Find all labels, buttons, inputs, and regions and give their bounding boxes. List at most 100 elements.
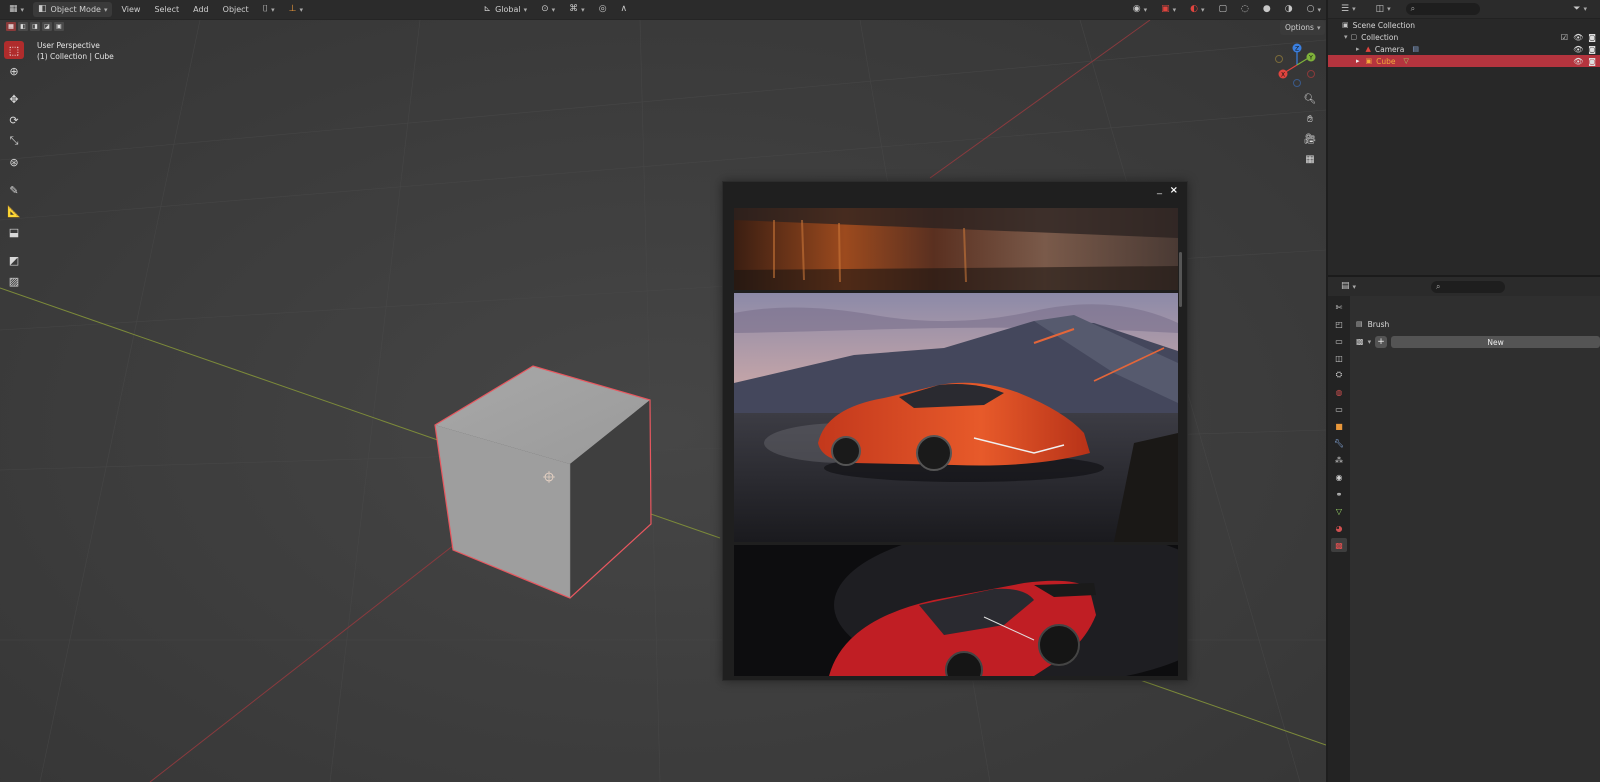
tab-modifiers[interactable]: 🔧︎ [1331, 436, 1347, 450]
properties-icon: ▤ [1341, 281, 1350, 291]
properties-search[interactable]: ⌕ [1431, 280, 1506, 293]
overlays-toggle[interactable]: ◐ ▾ [1185, 2, 1209, 17]
select-mode-intersect[interactable]: ▣ [54, 22, 64, 31]
tab-physics[interactable]: ◉ [1331, 470, 1347, 484]
pivot-dropdown[interactable]: ⌷ ▾ [258, 2, 280, 17]
collapse-icon[interactable]: ▸ [1356, 45, 1360, 53]
tab-scene[interactable]: ⛭ [1331, 368, 1347, 382]
minimize-button[interactable]: _ [1157, 184, 1162, 195]
display-mode-dropdown[interactable]: ◫ ▾ [1371, 2, 1396, 17]
proportional-edit-button[interactable]: ◎ [594, 2, 612, 17]
cursor-tool[interactable]: ⊕ [4, 62, 24, 80]
tree-camera[interactable]: ▸ ▲ Camera ▤ 👁︎ ◙ [1328, 43, 1600, 55]
camera-render-icon[interactable]: ◙ [1588, 45, 1596, 54]
render-icon: ◰ [1335, 319, 1343, 329]
tab-object[interactable]: ■ [1331, 419, 1347, 433]
extra-tool-2[interactable]: ▨ [4, 272, 24, 290]
eye-icon[interactable]: 👁︎ [1573, 33, 1583, 42]
checkbox-icon[interactable]: ☑ [1561, 33, 1568, 42]
tree-cube[interactable]: ▸ ▣ Cube ▽ 👁︎ ◙ [1328, 55, 1600, 67]
tab-texture[interactable]: ▩ [1331, 538, 1347, 552]
gizmo-dropdown[interactable]: ⊥ ▾ [284, 2, 308, 17]
zoom-icon[interactable]: 🔍︎ [1303, 92, 1317, 106]
select-mode-subtract[interactable]: ◨ [30, 22, 40, 31]
tab-collection[interactable]: ▭ [1331, 402, 1347, 416]
select-mode-extend[interactable]: ◧ [18, 22, 28, 31]
scene-collection-icon: ▣ [1342, 20, 1349, 29]
tab-tool[interactable]: ✄ [1331, 300, 1347, 314]
options-dropdown[interactable]: Options ▾ [1280, 20, 1326, 35]
image-window-titlebar[interactable]: _ × [723, 182, 1187, 204]
physics-icon: ◉ [1335, 472, 1343, 482]
orientation-dropdown[interactable]: ⊾ Global ▾ [479, 2, 533, 17]
shading-material[interactable]: ◑ [1280, 2, 1298, 17]
falloff-button[interactable]: ∧ [616, 2, 633, 17]
tree-scene-collection[interactable]: ▣ Scene Collection [1328, 19, 1600, 31]
outliner-icon: ☰ [1341, 3, 1350, 14]
camera-render-icon[interactable]: ◙ [1588, 57, 1596, 66]
select-mode-set[interactable]: ▦ [6, 22, 16, 31]
add-cube-tool[interactable]: ⬓ [4, 223, 24, 241]
add-texture-button[interactable]: + [1375, 336, 1388, 348]
navigation-gizmo[interactable]: Z X Y [1272, 43, 1322, 93]
gizmos-toggle[interactable]: ▣ ▾ [1156, 2, 1181, 17]
move-icon: ✥ [9, 92, 19, 106]
camera-view-icon[interactable]: 🎥︎ [1303, 132, 1317, 146]
shading-solid[interactable]: ● [1258, 2, 1276, 17]
xray-toggle[interactable]: ▢ [1214, 2, 1233, 17]
world-icon: ◍ [1335, 387, 1343, 397]
outliner-editor-type[interactable]: ☰ ▾ [1336, 2, 1361, 17]
menu-view[interactable]: View [116, 2, 145, 17]
collapse-icon[interactable]: ▸ [1356, 57, 1360, 65]
checker-texture-icon[interactable]: ▩ [1356, 338, 1364, 346]
tab-output[interactable]: ▭ [1331, 334, 1347, 348]
mode-dropdown[interactable]: ◧ Object Mode ▾ [33, 2, 113, 17]
expand-icon[interactable]: ▾ [1344, 33, 1348, 41]
measure-tool[interactable]: 📐 [4, 202, 24, 220]
brush-row[interactable]: ▤ Brush [1356, 320, 1389, 329]
pivot-point-dropdown[interactable]: ⊙ ▾ [536, 2, 560, 17]
perspective-grid-icon[interactable]: ▦ [1303, 152, 1317, 166]
menu-object[interactable]: Object [218, 2, 254, 17]
annotate-tool[interactable]: ✎ [4, 181, 24, 199]
tab-view-layer[interactable]: ◫ [1331, 351, 1347, 365]
shear-icon: ◩ [8, 253, 20, 267]
tab-render[interactable]: ◰ [1331, 317, 1347, 331]
image-window-scrollbar[interactable] [1179, 252, 1182, 307]
scale-tool[interactable]: ⤡ [4, 132, 24, 150]
tree-collection[interactable]: ▾ ▢ Collection ☑ 👁︎ ◙ [1328, 31, 1600, 43]
move-tool[interactable]: ✥ [4, 90, 24, 108]
transform-tool[interactable]: ⊛ [4, 153, 24, 171]
filter-dropdown[interactable]: ⏷ ▾ [1568, 2, 1592, 17]
close-button[interactable]: × [1170, 185, 1178, 196]
menu-select[interactable]: Select [149, 2, 184, 17]
tab-particles[interactable]: ⁂ [1331, 453, 1347, 467]
menu-add[interactable]: Add [188, 2, 214, 17]
tab-data[interactable]: ▽ [1331, 504, 1347, 518]
rotate-tool[interactable]: ⟳ [4, 111, 24, 129]
select-mode-invert[interactable]: ◪ [42, 22, 52, 31]
eye-icon[interactable]: 👁︎ [1573, 57, 1583, 66]
eye-icon[interactable]: 👁︎ [1573, 45, 1583, 54]
brush-icon: ▤ [1356, 320, 1363, 328]
properties-editor-type[interactable]: ▤ ▾ [1336, 279, 1361, 294]
outliner-search[interactable]: ⌕ [1405, 3, 1480, 15]
extra-tool-1[interactable]: ◩ [4, 251, 24, 269]
shading-rendered[interactable]: ○ ▾ [1302, 2, 1326, 17]
camera-render-icon[interactable]: ◙ [1588, 33, 1596, 42]
search-icon: ⌕ [1410, 4, 1416, 13]
image-viewer-window[interactable]: _ × [722, 181, 1188, 681]
tab-constraints[interactable]: ⚭ [1331, 487, 1347, 501]
new-texture-button[interactable]: New [1391, 336, 1600, 348]
image-scroll-area[interactable] [734, 208, 1178, 676]
pan-hand-icon[interactable]: ✋︎ [1303, 112, 1317, 126]
select-box-tool[interactable]: ⬚ [4, 41, 24, 59]
shading-wireframe[interactable]: ◌ [1236, 2, 1254, 17]
editor-type-button[interactable]: ▦ ▾ [4, 2, 29, 17]
tab-world[interactable]: ◍ [1331, 385, 1347, 399]
texture-dropdown-icon[interactable]: ▾ [1368, 338, 1372, 346]
snap-dropdown[interactable]: ⌘ ▾ [564, 2, 590, 17]
visibility-dropdown[interactable]: ◉ ▾ [1128, 2, 1152, 17]
tab-material[interactable]: ◕ [1331, 521, 1347, 535]
3d-viewport[interactable]: ▦ ▾ ◧ Object Mode ▾ View Select Add Object… [0, 0, 1326, 782]
